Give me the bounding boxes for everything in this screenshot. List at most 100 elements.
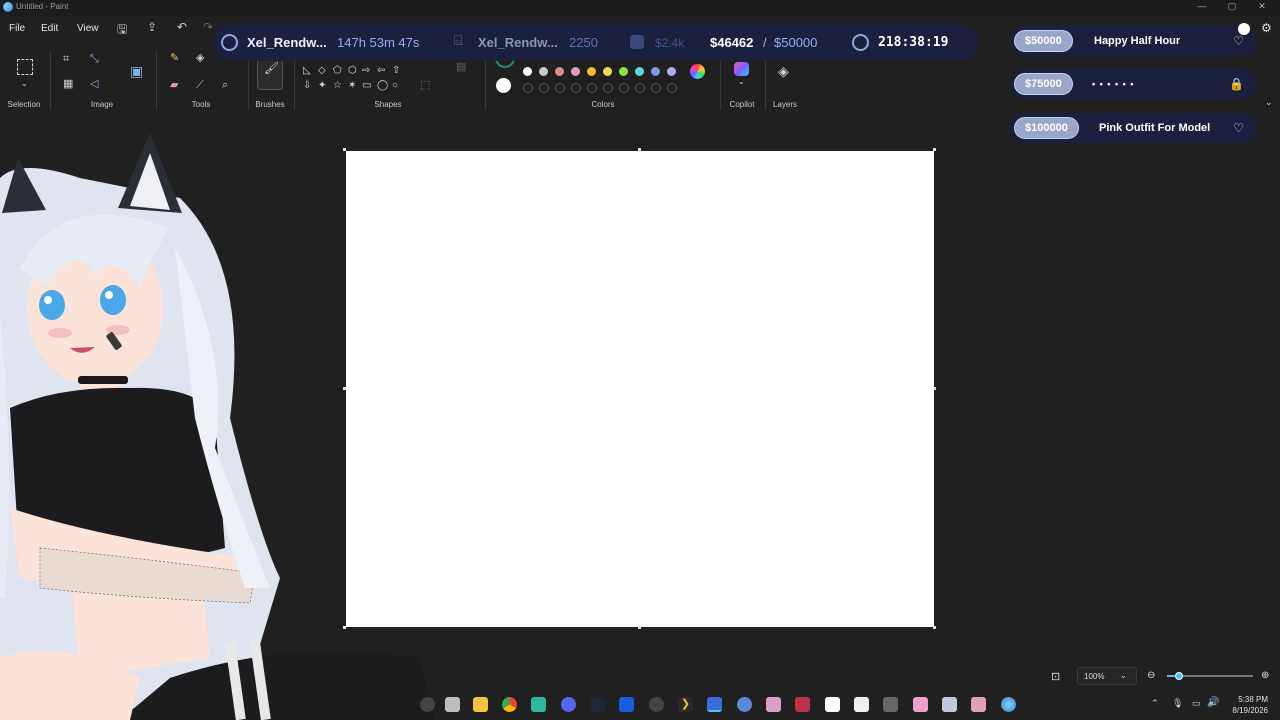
color-swatch-gray[interactable] <box>539 67 548 76</box>
shape-star6-icon[interactable]: ✶ <box>348 81 356 91</box>
paint-taskbar-icon[interactable] <box>1001 697 1016 712</box>
custom-color-slot[interactable] <box>651 83 661 93</box>
pencil-icon[interactable]: ✎ <box>170 53 179 64</box>
color-swatch-yellow[interactable] <box>603 67 612 76</box>
maximize-button[interactable]: ▢ <box>1222 1 1242 12</box>
color-swatch-white[interactable] <box>523 67 532 76</box>
fill-icon[interactable]: ◈ <box>196 53 204 64</box>
menu-view[interactable]: View <box>77 23 99 34</box>
clock-time[interactable]: 5:38 PM <box>1222 695 1268 704</box>
shape-fill-icon[interactable]: ▤ <box>456 62 466 73</box>
app-icon[interactable] <box>766 697 781 712</box>
shape-callout-rect-icon[interactable]: ▭ <box>362 81 371 91</box>
edit-colors-icon[interactable] <box>690 64 705 79</box>
eraser-icon[interactable]: ▰ <box>170 80 178 91</box>
copilot-icon[interactable] <box>734 62 749 76</box>
chevron-up-icon[interactable]: ⌃ <box>1151 698 1159 709</box>
minimize-button[interactable]: — <box>1192 1 1212 11</box>
zoom-out-icon[interactable]: ⊖ <box>1147 670 1155 681</box>
resize-handle[interactable] <box>343 626 346 629</box>
app-icon[interactable] <box>795 697 810 712</box>
fit-to-window-icon[interactable]: ⊡ <box>1051 670 1060 683</box>
app-icon[interactable] <box>531 697 546 712</box>
app-icon[interactable] <box>883 697 898 712</box>
color-swatch-blue[interactable] <box>651 67 660 76</box>
custom-color-slot[interactable] <box>603 83 613 93</box>
custom-color-slot[interactable] <box>635 83 645 93</box>
plex-icon[interactable]: ❯ <box>678 697 693 712</box>
color-swatch-lavender[interactable] <box>667 67 676 76</box>
image-creator-icon[interactable]: ▣ <box>130 64 143 78</box>
resize-handle[interactable] <box>933 626 936 629</box>
shape-pentagon-icon[interactable]: ⬠ <box>333 66 342 76</box>
task-view-icon[interactable] <box>445 697 460 712</box>
shape-star4-icon[interactable]: ✦ <box>318 81 326 91</box>
bitwarden-icon[interactable] <box>619 697 634 712</box>
color-swatch-green[interactable] <box>619 67 628 76</box>
shape-arrow-down-icon[interactable]: ⇩ <box>303 81 311 91</box>
file-explorer-icon[interactable] <box>473 697 488 712</box>
steam-icon[interactable] <box>590 697 605 712</box>
color-2-selector[interactable] <box>496 78 511 93</box>
profile-dot-icon[interactable] <box>1238 23 1250 35</box>
ribbon-collapse-icon[interactable]: ⌄ <box>1265 98 1273 107</box>
custom-color-slot[interactable] <box>571 83 581 93</box>
redo-icon[interactable]: ↷ <box>203 20 213 34</box>
microphone-icon[interactable]: 🎙 <box>1172 698 1183 709</box>
app-icon[interactable] <box>971 697 986 712</box>
resize-icon[interactable]: ⤡ <box>90 54 99 65</box>
color-swatch-pink[interactable] <box>571 67 580 76</box>
active-app-icon[interactable] <box>707 697 722 712</box>
magnifier-icon[interactable]: ⌕ <box>222 80 228 91</box>
shape-arrow-left-icon[interactable]: ⇦ <box>377 66 385 76</box>
crop-icon[interactable]: ⌗ <box>63 54 69 65</box>
color-picker-icon[interactable]: ⟋ <box>196 80 204 91</box>
close-button[interactable]: ✕ <box>1252 1 1272 12</box>
color-swatch-gold[interactable] <box>587 67 596 76</box>
custom-color-slot[interactable] <box>619 83 629 93</box>
resize-handle[interactable] <box>343 148 346 151</box>
resize-handle[interactable] <box>638 148 641 151</box>
notepad-icon[interactable] <box>854 697 869 712</box>
volume-icon[interactable]: 🔊 <box>1207 697 1219 708</box>
capcut-icon[interactable] <box>825 697 840 712</box>
resize-handle[interactable] <box>933 387 936 390</box>
display-icon[interactable]: ▭ <box>1192 698 1201 709</box>
shape-callout-oval-icon[interactable]: ◯ <box>377 81 388 91</box>
search-icon[interactable] <box>420 697 435 712</box>
gear-icon[interactable]: ⚙ <box>1261 21 1272 35</box>
resize-handle[interactable] <box>638 626 641 629</box>
shape-arrow-right-icon[interactable]: ⇨ <box>362 66 370 76</box>
shape-star5-icon[interactable]: ☆ <box>333 81 342 91</box>
shape-hexagon-icon[interactable]: ⬡ <box>348 66 357 76</box>
shape-line-icon[interactable]: ◺ <box>303 66 311 76</box>
shape-callout-cloud-icon[interactable]: ○ <box>392 81 398 91</box>
color-swatch-rose[interactable] <box>555 67 564 76</box>
chevron-down-icon[interactable]: ⌄ <box>738 78 745 86</box>
custom-color-slot[interactable] <box>587 83 597 93</box>
menu-file[interactable]: File <box>9 23 25 34</box>
chrome-icon[interactable] <box>502 697 517 712</box>
custom-color-slot[interactable] <box>555 83 565 93</box>
save-icon[interactable]: 🖫 <box>117 20 127 41</box>
drawing-canvas[interactable] <box>346 151 934 627</box>
zoom-in-icon[interactable]: ⊕ <box>1261 670 1269 681</box>
undo-icon[interactable]: ↶ <box>177 20 187 34</box>
zoom-slider-thumb[interactable] <box>1175 672 1183 680</box>
color-swatch-cyan[interactable] <box>635 67 644 76</box>
chevron-down-icon[interactable]: ⌄ <box>21 80 28 88</box>
selection-tool[interactable] <box>17 59 33 75</box>
resize-handle[interactable] <box>343 387 346 390</box>
resize-handle[interactable] <box>933 148 936 151</box>
share-icon[interactable]: ⇪ <box>147 20 157 34</box>
discord-icon[interactable] <box>561 697 576 712</box>
app-icon[interactable] <box>913 697 928 712</box>
select-all-icon[interactable]: ▦ <box>63 79 73 90</box>
app-icon[interactable] <box>942 697 957 712</box>
custom-color-slot[interactable] <box>523 83 533 93</box>
layers-icon[interactable]: ◈ <box>778 64 789 78</box>
shape-arrow-up-icon[interactable]: ⇧ <box>392 66 400 76</box>
obs-icon[interactable] <box>649 697 664 712</box>
clock-date[interactable]: 8/19/2026 <box>1222 706 1268 715</box>
rotate-icon[interactable]: ◁ <box>90 79 98 90</box>
